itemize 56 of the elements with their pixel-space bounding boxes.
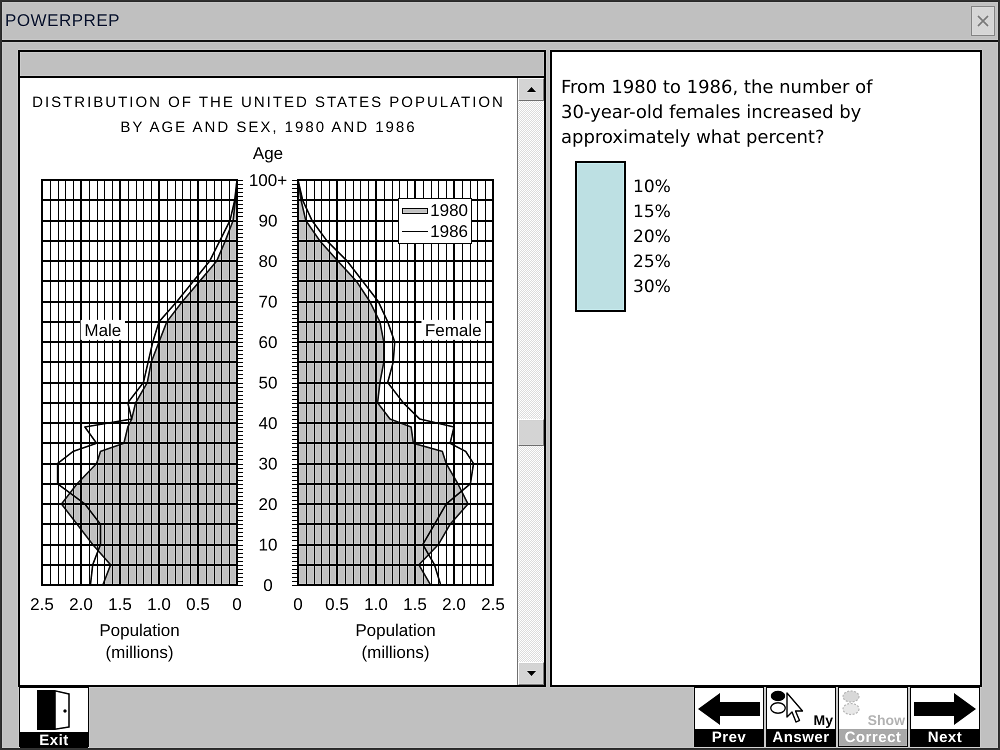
answer-option[interactable]: 15% xyxy=(632,200,672,225)
left-arrow-icon xyxy=(698,692,760,724)
right-arrow-icon xyxy=(914,692,976,724)
axis-tick-label: 0 xyxy=(263,576,273,595)
legend-label: 1986 xyxy=(430,221,468,242)
axis-tick-label: 20 xyxy=(258,495,278,514)
close-icon xyxy=(977,15,989,27)
close-button[interactable] xyxy=(971,6,995,36)
axis-tick-label: 1.5 xyxy=(403,595,427,614)
ovals-and-pointer-icon xyxy=(770,690,804,724)
legend-swatch-icon xyxy=(402,208,428,214)
axis-tick-label: 2.5 xyxy=(481,595,505,614)
window-title: POWERPREP xyxy=(5,11,120,31)
door-icon xyxy=(37,690,71,730)
dotted-ovals-icon xyxy=(842,690,860,716)
axis-tick-label: 1.5 xyxy=(108,595,132,614)
axis-tick-label: 90 xyxy=(258,212,278,230)
axis-tick-label: 60 xyxy=(258,333,278,352)
axis-tick-label: 1.0 xyxy=(364,595,388,614)
axis-tick-label: 1.0 xyxy=(147,595,171,614)
triangle-up-icon xyxy=(526,87,536,92)
axis-title: Age xyxy=(252,144,284,163)
axis-title: Population (millions) xyxy=(98,620,181,664)
scroll-down-button[interactable] xyxy=(518,662,544,685)
axis-tick-label: 40 xyxy=(258,414,278,433)
legend-label: 1980 xyxy=(430,200,468,221)
chart-title: DISTRIBUTION OF THE UNITED STATES POPULATION BY AGE AND SEX, 1980 AND 1986 xyxy=(31,93,506,138)
scrollbar-thumb[interactable] xyxy=(518,419,544,446)
axis-tick-label: 10 xyxy=(258,536,278,554)
axis-tick-label: 80 xyxy=(258,252,278,271)
panel-label: Female xyxy=(421,320,486,340)
answer-option[interactable]: 10% xyxy=(632,175,672,200)
axis-tick-label: 0.5 xyxy=(325,595,349,614)
answer-option[interactable]: 20% xyxy=(632,225,672,250)
axis-tick-label: 0 xyxy=(293,595,303,614)
previous-button[interactable]: Prev xyxy=(694,687,764,747)
my-answer-button[interactable]: My Answer xyxy=(766,687,836,747)
axis-tick-label: 0 xyxy=(232,595,242,614)
exit-button[interactable]: Exit xyxy=(19,687,89,747)
panel-label: Male xyxy=(80,320,126,340)
axis-tick-label: 70 xyxy=(258,292,278,312)
axis-tick-label: 30 xyxy=(258,454,278,474)
axis-title: Population (millions) xyxy=(354,620,437,664)
next-button[interactable]: Next xyxy=(910,687,980,747)
answer-option[interactable]: 25% xyxy=(632,250,672,275)
axis-tick-label: 100+ xyxy=(248,171,288,190)
scroll-up-button[interactable] xyxy=(518,78,544,101)
triangle-down-icon xyxy=(526,671,536,676)
question-text: From 1980 to 1986, the number of 30-year-old females increased by approximately what percent? xyxy=(561,76,874,150)
axis-tick-label: 2.5 xyxy=(30,595,54,614)
answer-choice-column[interactable] xyxy=(575,161,626,312)
axis-tick-label: 2.0 xyxy=(442,595,466,614)
axis-tick-label: 0.5 xyxy=(186,595,210,614)
answer-option[interactable]: 30% xyxy=(632,275,672,300)
axis-tick-label: 2.0 xyxy=(69,595,93,614)
axis-tick-label: 50 xyxy=(258,374,278,392)
